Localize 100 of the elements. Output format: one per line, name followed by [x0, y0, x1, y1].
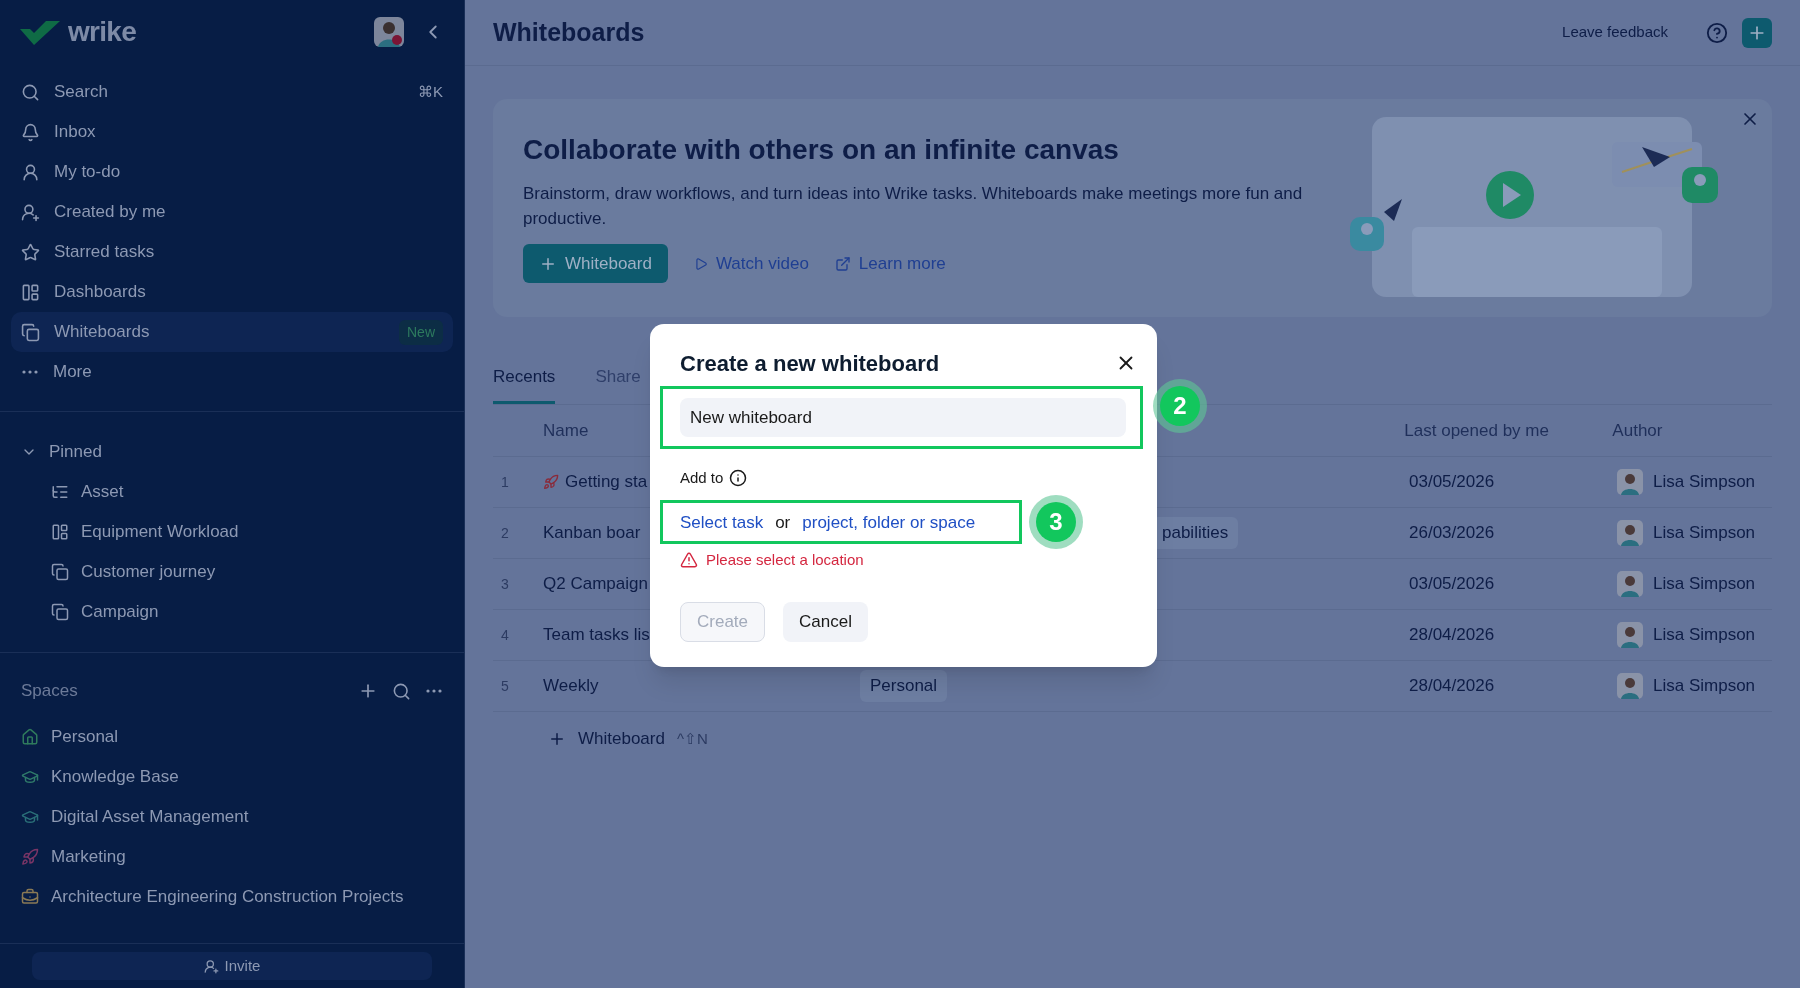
or-text: or: [775, 512, 791, 535]
row-number: 3: [500, 574, 510, 594]
table-cell-text: 26/03/2026: [1409, 522, 1496, 545]
space-item[interactable]: Personal: [21, 717, 443, 757]
pinned-item[interactable]: Asset: [21, 472, 443, 512]
add-button[interactable]: [1742, 17, 1772, 48]
logo-text: wrike: [68, 15, 137, 49]
table-cell-text: Q2 Campaign: [543, 573, 648, 596]
info-icon[interactable]: [729, 469, 748, 487]
copy-icon: [51, 563, 69, 581]
avatar-icon: [1617, 469, 1643, 495]
avatar-icon: [1617, 673, 1643, 699]
nav-label: Whiteboards: [54, 321, 151, 344]
graduation-cap-icon: [21, 808, 39, 826]
row-number: 4: [500, 625, 510, 645]
dialog-title: Create a new whiteboard: [680, 349, 941, 378]
table-cell-text: Lisa Simpson: [1653, 522, 1756, 545]
nav-item[interactable]: Inbox: [11, 112, 453, 152]
table-cell-text: Team tasks lis: [543, 624, 650, 647]
nav-item[interactable]: Search ⌘K: [11, 72, 453, 112]
table-cell-text: 28/04/2026: [1409, 675, 1496, 698]
select-task-link[interactable]: Select task: [680, 510, 764, 536]
new-badge: New: [399, 319, 443, 345]
plus-icon: [548, 730, 566, 748]
nav-label: More: [53, 361, 93, 384]
add-whiteboard-row[interactable]: Whiteboard ^⇧N: [493, 712, 1772, 766]
pinned-item[interactable]: Customer journey: [21, 552, 443, 592]
nav-item[interactable]: Created by me: [11, 192, 453, 232]
page-title: Whiteboards: [493, 16, 646, 48]
nav-label: Search: [54, 81, 109, 104]
external-link-icon: [834, 255, 851, 272]
briefcase-icon: [21, 888, 39, 906]
rocket-icon: [543, 474, 559, 490]
dashboard-icon: [21, 282, 40, 302]
space-item[interactable]: Knowledge Base: [21, 757, 443, 797]
list-tree-icon: [51, 483, 69, 501]
cancel-button[interactable]: Cancel: [783, 602, 868, 642]
invite-button[interactable]: Invite: [32, 952, 432, 980]
logo-icon: [20, 19, 60, 45]
step-badge: 3: [1029, 495, 1083, 549]
table-cell-text: Lisa Simpson: [1653, 471, 1756, 494]
warning-icon: [680, 551, 698, 569]
pinned-item[interactable]: Campaign: [21, 592, 443, 632]
table-cell-text: 03/05/2026: [1409, 471, 1496, 494]
name-input[interactable]: New whiteboard: [680, 398, 1126, 437]
nav-item[interactable]: Starred tasks: [11, 232, 453, 272]
user-plus-icon: [21, 202, 40, 222]
tab[interactable]: Recents: [493, 363, 556, 404]
table-cell-text: Kanban boar: [543, 522, 641, 545]
nav-label: My to-do: [54, 161, 122, 184]
dashboard-icon: [51, 523, 69, 541]
space-item[interactable]: Digital Asset Management: [21, 797, 443, 837]
shortcut-label: ^⇧N: [676, 728, 708, 749]
nav-item[interactable]: More: [11, 352, 453, 392]
nav-label: Starred tasks: [54, 241, 156, 264]
pinned-header[interactable]: Pinned: [21, 432, 443, 472]
nav-label: Created by me: [54, 201, 167, 224]
search-icon: [21, 82, 40, 102]
more-icon: [22, 370, 38, 374]
banner-title: Collaborate with others on an infinite canvas: [523, 133, 1120, 167]
avatar-icon: [1617, 622, 1643, 648]
column-header: Name: [543, 419, 589, 442]
table-cell-text: Weekly: [543, 675, 599, 698]
banner-text: Brainstorm, draw workflows, and turn ideas into Wrike tasks. Whiteboards make meetings more fun and productive.: [523, 183, 1304, 230]
house-icon: [21, 728, 39, 746]
avatar-icon: [1617, 571, 1643, 597]
row-number: 5: [500, 676, 510, 696]
location-link[interactable]: project, folder or space: [802, 510, 976, 536]
nav-label: Inbox: [54, 121, 97, 144]
nav-label: Dashboards: [54, 281, 147, 304]
row-number: 1: [500, 472, 510, 492]
user-icon: [21, 162, 40, 182]
copy-icon: [21, 322, 40, 342]
help-icon[interactable]: [1706, 21, 1728, 44]
new-whiteboard-button[interactable]: Whiteboard: [523, 244, 668, 283]
copy-icon: [51, 603, 69, 621]
table-cell-text: Lisa Simpson: [1653, 573, 1756, 596]
space-item[interactable]: Architecture Engineering Construction Projects: [21, 877, 443, 917]
step-badge: 2: [1153, 379, 1207, 433]
column-header: Author: [1612, 419, 1663, 442]
table-cell-text: Getting sta: [565, 471, 648, 494]
tag: Personal: [860, 670, 948, 702]
space-item[interactable]: Marketing: [21, 837, 443, 877]
star-icon: [21, 242, 40, 262]
field-label: Add to: [680, 467, 724, 488]
section-title: Spaces: [21, 680, 79, 703]
nav-item[interactable]: Whiteboards New: [11, 312, 453, 352]
table-cell-text: Lisa Simpson: [1653, 624, 1756, 647]
pinned-item[interactable]: Equipment Workload: [21, 512, 443, 552]
nav-item[interactable]: Dashboards: [11, 272, 453, 312]
graduation-cap-icon: [21, 768, 39, 786]
shortcut-label: ⌘K: [418, 81, 443, 102]
search-icon[interactable]: [392, 681, 411, 701]
table-cell-text: 28/04/2026: [1409, 624, 1496, 647]
user-avatar[interactable]: [374, 17, 404, 47]
nav-item[interactable]: My to-do: [11, 152, 453, 192]
avatar-icon: [1617, 520, 1643, 546]
feedback-link[interactable]: Leave feedback: [1562, 21, 1668, 44]
error-message: Please select a location: [706, 549, 864, 570]
column-header: Last opened by me: [1404, 419, 1550, 442]
